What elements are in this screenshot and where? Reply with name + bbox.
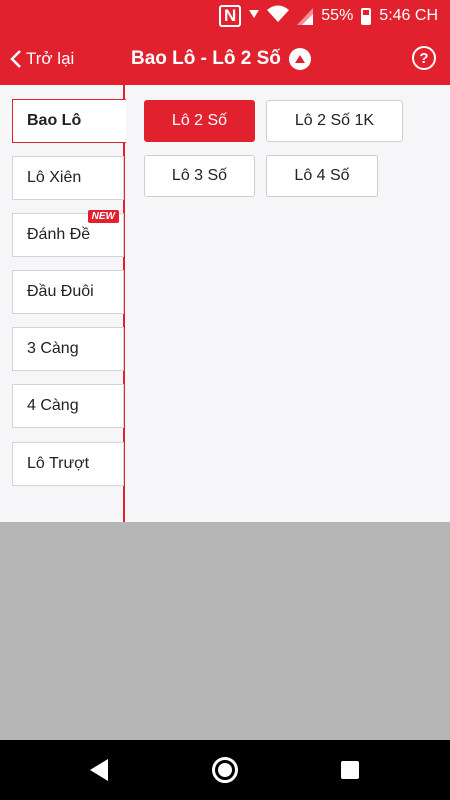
back-button[interactable]: Trở lại: [10, 32, 74, 85]
sidebar-item-label: Lô Trượt: [27, 455, 90, 472]
caret-up-icon: [288, 47, 311, 70]
sidebar-item-label: 4 Càng: [27, 397, 79, 414]
nfc-icon: N: [218, 5, 242, 27]
option-lo-4-so[interactable]: Lô 4 Số: [266, 155, 378, 197]
nav-home-icon[interactable]: [212, 757, 238, 783]
sidebar-item-danh-de[interactable]: Đánh Đề NEW: [12, 210, 124, 257]
battery-percent: 55%: [321, 7, 354, 24]
option-lo-2-so-1k[interactable]: Lô 2 Số 1K: [266, 100, 403, 142]
sidebar-item-lo-truot[interactable]: Lô Trượt: [12, 442, 124, 486]
nav-recents-icon[interactable]: [341, 761, 359, 779]
sidebar-item-3-cang[interactable]: 3 Càng: [12, 327, 124, 371]
new-badge: NEW: [87, 210, 119, 223]
status-bar: N 55% 5:46 CH: [0, 0, 450, 32]
app-bar: Trở lại Bao Lô - Lô 2 Số ?: [0, 32, 450, 85]
sidebar-item-dau-duoi[interactable]: Đầu Đuôi: [12, 270, 124, 314]
sidebar-item-label: Lô Xiên: [27, 169, 82, 186]
vibrate-icon: [249, 7, 260, 25]
wifi-icon: [267, 5, 290, 27]
help-icon[interactable]: ?: [412, 46, 436, 70]
content-panel: Bao Lô Lô Xiên Đánh Đề NEW Đầu Đuôi 3 Cà…: [0, 85, 450, 522]
title-dropdown[interactable]: Bao Lô - Lô 2 Số: [131, 32, 311, 85]
chevron-left-icon: [10, 49, 22, 69]
dim-overlay[interactable]: [0, 522, 450, 740]
system-nav-bar: [0, 740, 450, 800]
clock: 5:46 CH: [379, 7, 438, 24]
sidebar-item-label: Bao Lô: [27, 112, 82, 129]
sidebar-item-label: Đánh Đề: [27, 226, 91, 243]
option-lo-3-so[interactable]: Lô 3 Số: [144, 155, 255, 197]
sidebar-item-label: 3 Càng: [27, 340, 79, 357]
sidebar-item-4-cang[interactable]: 4 Càng: [12, 384, 124, 428]
battery-icon: [361, 7, 372, 25]
sidebar-item-lo-xien[interactable]: Lô Xiên: [12, 156, 124, 200]
category-sidebar: Bao Lô Lô Xiên Đánh Đề NEW Đầu Đuôi 3 Cà…: [0, 85, 126, 522]
page-title: Bao Lô - Lô 2 Số: [131, 47, 281, 69]
back-label: Trở lại: [26, 48, 75, 68]
nav-back-icon[interactable]: [90, 759, 108, 781]
option-lo-2-so[interactable]: Lô 2 Số: [144, 100, 255, 142]
signal-icon: [297, 7, 314, 25]
sidebar-item-bao-lo[interactable]: Bao Lô: [12, 99, 126, 143]
sidebar-item-label: Đầu Đuôi: [27, 283, 94, 300]
